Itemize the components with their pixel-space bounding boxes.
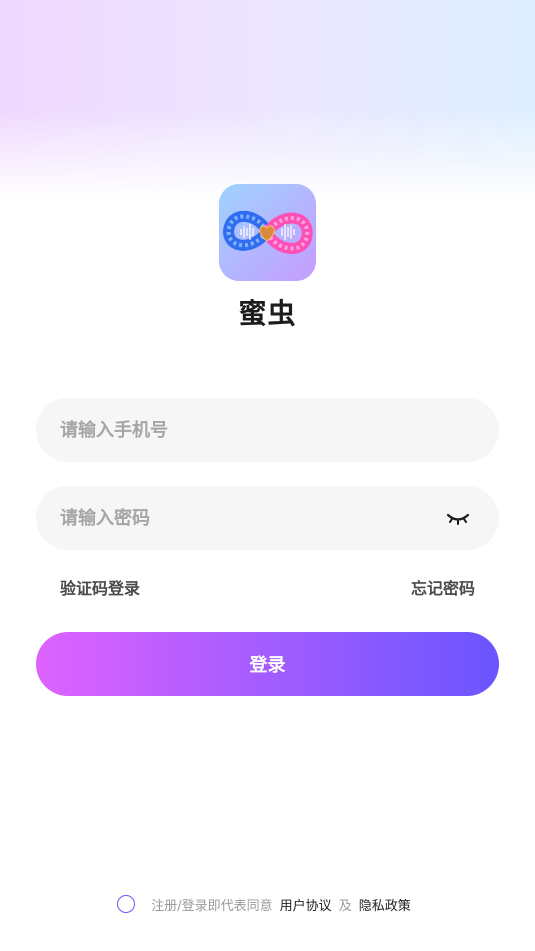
login-button[interactable]: 登录 <box>36 632 499 696</box>
eye-closed-icon[interactable] <box>445 508 471 528</box>
privacy-policy-link[interactable]: 隐私政策 <box>359 895 411 914</box>
phone-input[interactable] <box>60 398 440 462</box>
forgot-password-link[interactable]: 忘记密码 <box>411 575 475 599</box>
password-field[interactable] <box>36 486 499 550</box>
agreement-prefix: 注册/登录即代表同意 <box>151 898 273 914</box>
user-agreement-link[interactable]: 用户协议 <box>280 895 332 914</box>
agreement-and: 及 <box>338 898 352 914</box>
header-background <box>0 0 535 200</box>
app-logo-icon <box>219 184 316 281</box>
password-input[interactable] <box>60 486 440 550</box>
agreement-row: 注册/登录即代表同意 用户协议 及 隐私政策 <box>0 893 535 915</box>
sms-login-link[interactable]: 验证码登录 <box>60 575 140 599</box>
agree-checkbox[interactable] <box>117 895 136 913</box>
phone-field[interactable] <box>36 398 499 462</box>
app-title: 蜜虫 <box>238 297 297 330</box>
